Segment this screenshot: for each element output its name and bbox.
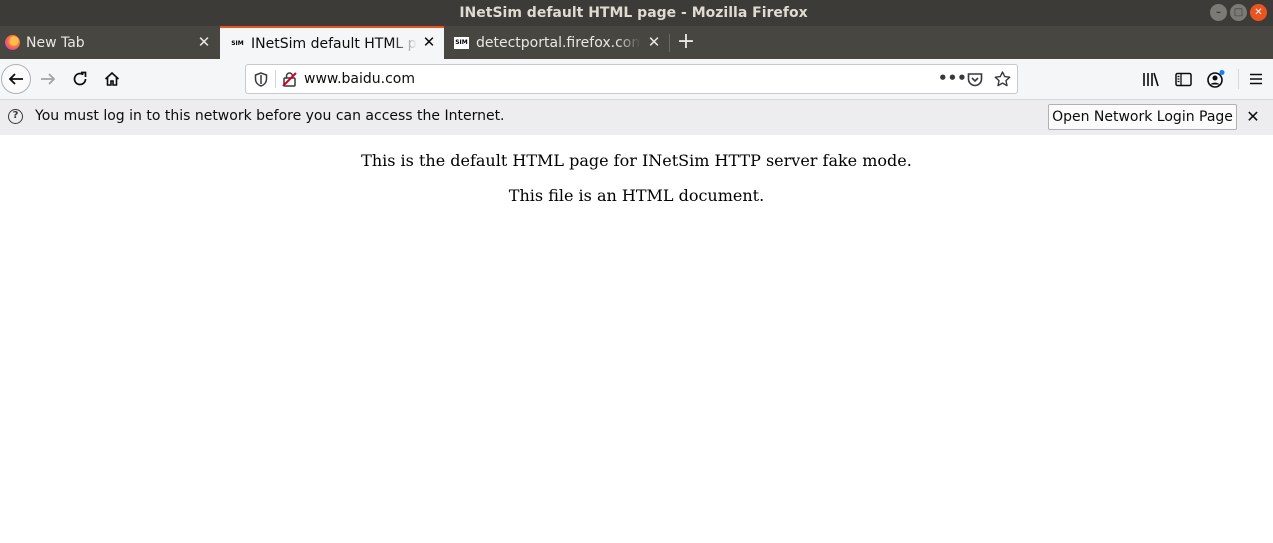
- tab-label: INetSim default HTML page: [251, 35, 417, 52]
- hamburger-menu-icon: [1250, 73, 1262, 85]
- library-button[interactable]: [1142, 70, 1160, 88]
- toolbar-separator: [1238, 69, 1239, 89]
- maximize-button[interactable]: □: [1230, 4, 1247, 21]
- home-button[interactable]: [102, 69, 122, 89]
- tab-detectportal[interactable]: SIM detectportal.firefox.com ✕: [445, 26, 669, 59]
- firefox-icon: [5, 35, 20, 50]
- close-icon[interactable]: ✕: [646, 34, 662, 50]
- tab-label: New Tab: [26, 34, 85, 51]
- page-content: This is the default HTML page for INetSi…: [0, 135, 1273, 543]
- sim-icon: SIM: [230, 37, 245, 50]
- minimize-button[interactable]: –: [1210, 4, 1227, 21]
- home-icon: [104, 71, 120, 86]
- bookmark-star-icon[interactable]: [994, 71, 1011, 91]
- library-icon: [1143, 72, 1159, 87]
- page-actions-icon[interactable]: •••: [938, 69, 967, 87]
- tab-separator: [669, 34, 670, 52]
- back-arrow-icon: [8, 73, 23, 85]
- new-tab-button[interactable]: +: [676, 30, 696, 54]
- tracking-protection-shield-icon[interactable]: [254, 72, 268, 91]
- close-window-button[interactable]: ✕: [1250, 4, 1267, 21]
- tab-label: detectportal.firefox.com: [476, 34, 641, 51]
- pocket-icon[interactable]: [967, 72, 983, 91]
- close-icon[interactable]: ✕: [421, 34, 437, 50]
- navigation-toolbar: www.baidu.com •••: [0, 59, 1273, 100]
- open-network-login-button[interactable]: Open Network Login Page: [1048, 104, 1237, 130]
- captive-portal-notification: ? You must log in to this network before…: [0, 100, 1273, 135]
- notification-message: You must log in to this network before y…: [35, 108, 505, 124]
- back-button[interactable]: [1, 64, 31, 94]
- tab-inetsim[interactable]: SIM INetSim default HTML page ✕: [220, 26, 444, 59]
- window-titlebar: INetSim default HTML page - Mozilla Fire…: [0, 0, 1273, 26]
- tab-strip: New Tab ✕ SIM INetSim default HTML page …: [0, 26, 1273, 59]
- account-button[interactable]: [1206, 69, 1226, 89]
- identity-separator: [275, 70, 276, 88]
- reload-button[interactable]: [70, 69, 90, 89]
- menu-button[interactable]: [1248, 70, 1264, 88]
- account-icon: [1207, 70, 1225, 88]
- sim-icon: SIM: [454, 36, 469, 49]
- close-icon[interactable]: ✕: [196, 34, 212, 50]
- tab-new-tab[interactable]: New Tab ✕: [0, 26, 219, 59]
- reload-icon: [73, 71, 87, 86]
- question-icon: ?: [8, 109, 23, 124]
- forward-button[interactable]: [38, 69, 58, 89]
- url-text[interactable]: www.baidu.com: [304, 71, 415, 87]
- page-text-line-2: This file is an HTML document.: [508, 186, 765, 205]
- sidebar-icon: [1174, 72, 1192, 86]
- window-title: INetSim default HTML page - Mozilla Fire…: [459, 5, 808, 21]
- sidebar-button[interactable]: [1174, 70, 1192, 88]
- url-bar[interactable]: www.baidu.com •••: [245, 64, 1018, 94]
- window-controls: – □ ✕: [1210, 4, 1267, 21]
- forward-arrow-icon: [41, 73, 56, 85]
- page-text-line-1: This is the default HTML page for INetSi…: [361, 151, 912, 170]
- insecure-lock-icon[interactable]: [282, 71, 297, 91]
- close-icon[interactable]: ✕: [1244, 108, 1262, 126]
